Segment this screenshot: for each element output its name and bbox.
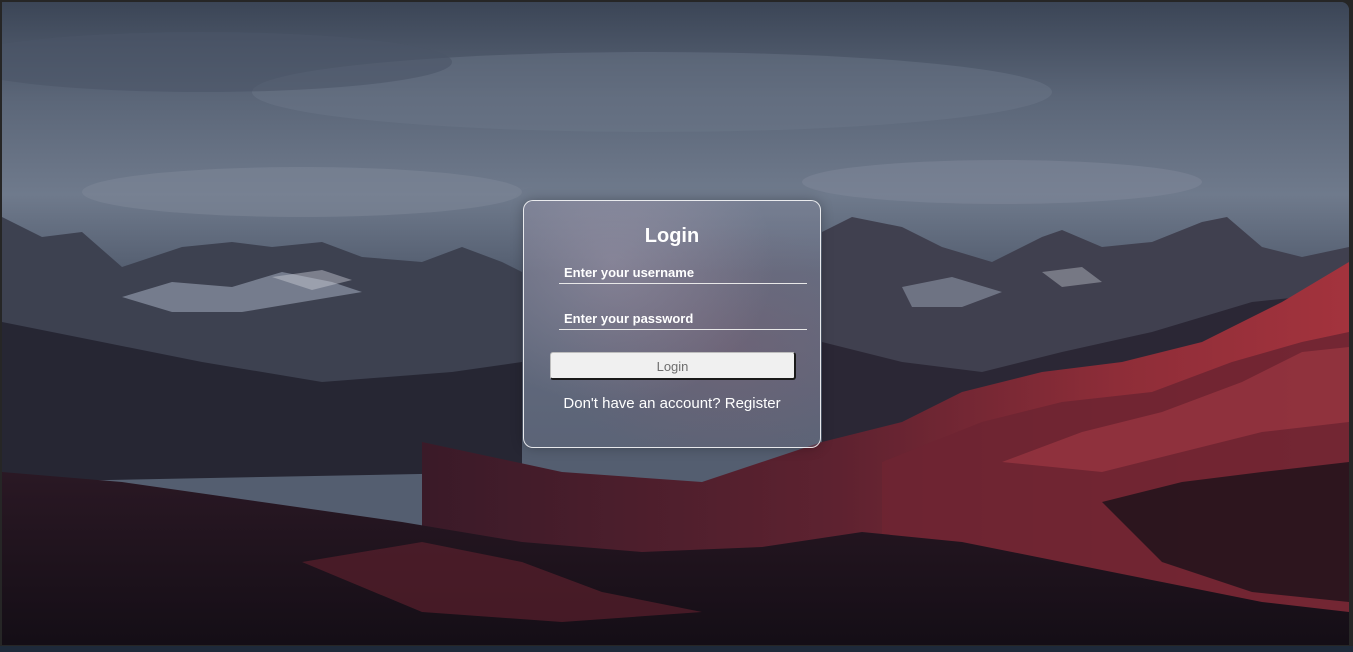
login-title: Login	[644, 225, 700, 247]
register-prompt: Don't have an account? Register	[524, 395, 820, 412]
login-button[interactable]: Login	[550, 352, 796, 380]
login-card: Login Login Don't have an account? Regis…	[523, 200, 821, 448]
password-input[interactable]	[559, 307, 807, 329]
page-viewport: Login Login Don't have an account? Regis…	[2, 2, 1349, 645]
register-prompt-text: Don't have an account?	[563, 395, 721, 412]
password-field	[559, 307, 807, 330]
username-input[interactable]	[559, 261, 807, 283]
browser-frame: Login Login Don't have an account? Regis…	[0, 0, 1353, 652]
username-field	[559, 261, 807, 284]
bottom-edge	[0, 646, 1353, 652]
register-link[interactable]: Register	[725, 395, 781, 412]
